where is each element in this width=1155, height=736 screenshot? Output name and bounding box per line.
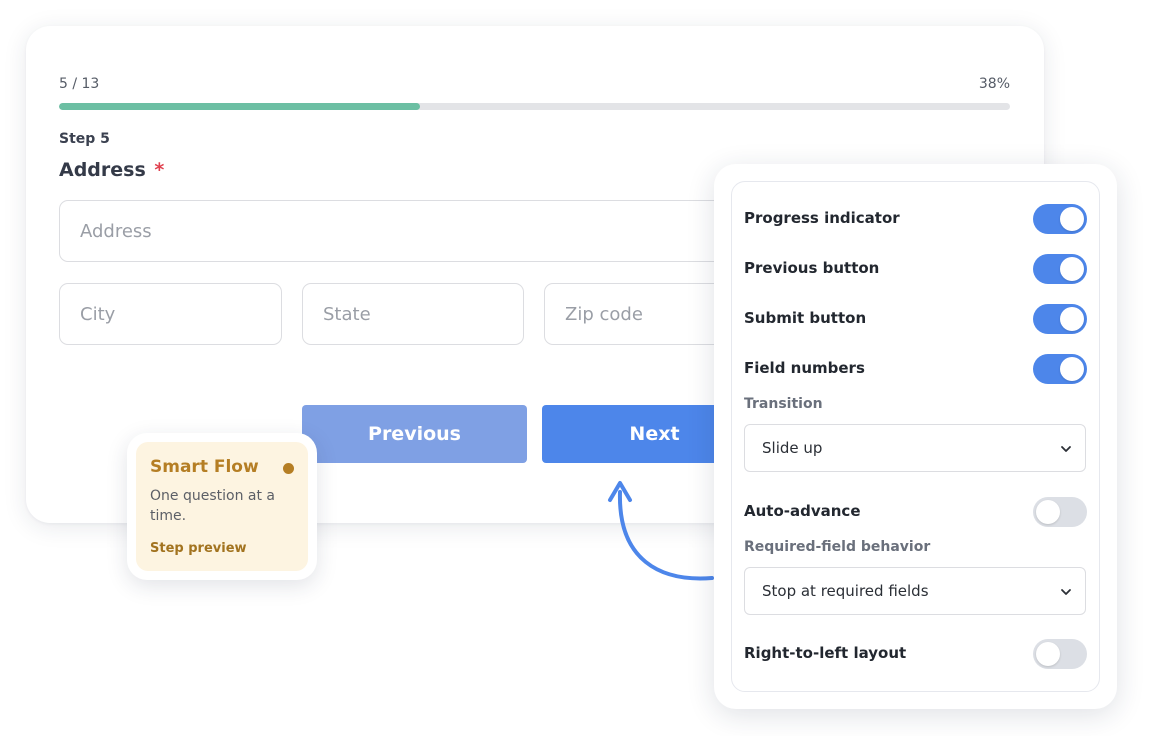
step-preview-link[interactable]: Step preview xyxy=(150,541,247,556)
field-numbers-toggle[interactable] xyxy=(1033,354,1087,384)
toggle-knob xyxy=(1060,207,1084,231)
previous-button-label: Previous button xyxy=(744,259,880,277)
settings-panel: Progress indicator Previous button Submi… xyxy=(714,164,1117,709)
smart-flow-card: Smart Flow One question at a time. Step … xyxy=(127,433,317,580)
field-title: Address * xyxy=(59,159,164,181)
submit-button-label: Submit button xyxy=(744,309,867,327)
city-input[interactable]: City xyxy=(59,283,282,345)
toggle-knob xyxy=(1036,500,1060,524)
required-behavior-select[interactable]: Stop at required fields xyxy=(744,567,1086,615)
smart-flow-title: Smart Flow xyxy=(150,457,259,477)
progress-indicator-label: Progress indicator xyxy=(744,209,900,227)
submit-button-toggle[interactable] xyxy=(1033,304,1087,334)
auto-advance-label: Auto-advance xyxy=(744,502,861,520)
smart-flow-description: One question at a time. xyxy=(150,488,275,524)
toggle-knob xyxy=(1060,307,1084,331)
rtl-layout-label: Right-to-left layout xyxy=(744,644,907,662)
transition-select-value: Slide up xyxy=(762,439,823,457)
previous-button[interactable]: Previous xyxy=(302,405,527,463)
auto-advance-toggle[interactable] xyxy=(1033,497,1087,527)
required-behavior-label: Required-field behavior xyxy=(744,539,931,555)
chevron-down-icon xyxy=(1061,589,1071,595)
field-title-text: Address xyxy=(59,159,146,181)
progress-percent: 38% xyxy=(978,76,1010,92)
smart-flow-inner: Smart Flow One question at a time. Step … xyxy=(136,442,308,571)
state-input[interactable]: State xyxy=(302,283,524,345)
toggle-knob xyxy=(1060,357,1084,381)
field-numbers-label: Field numbers xyxy=(744,359,865,377)
rtl-layout-toggle[interactable] xyxy=(1033,639,1087,669)
settings-panel-inner: Progress indicator Previous button Submi… xyxy=(731,181,1100,692)
chevron-down-icon xyxy=(1061,446,1071,452)
required-behavior-select-value: Stop at required fields xyxy=(762,582,929,600)
previous-button-toggle[interactable] xyxy=(1033,254,1087,284)
toggle-knob xyxy=(1036,642,1060,666)
required-marker: * xyxy=(154,159,165,181)
dot-icon xyxy=(283,463,294,474)
curved-arrow-icon xyxy=(608,481,714,581)
progress-count: 5 / 13 xyxy=(59,76,100,92)
step-label: Step 5 xyxy=(59,131,110,147)
progress-indicator-toggle[interactable] xyxy=(1033,204,1087,234)
progress-bar xyxy=(59,103,1010,110)
transition-select[interactable]: Slide up xyxy=(744,424,1086,472)
transition-label: Transition xyxy=(744,396,823,412)
toggle-knob xyxy=(1060,257,1084,281)
progress-bar-fill xyxy=(59,103,421,110)
